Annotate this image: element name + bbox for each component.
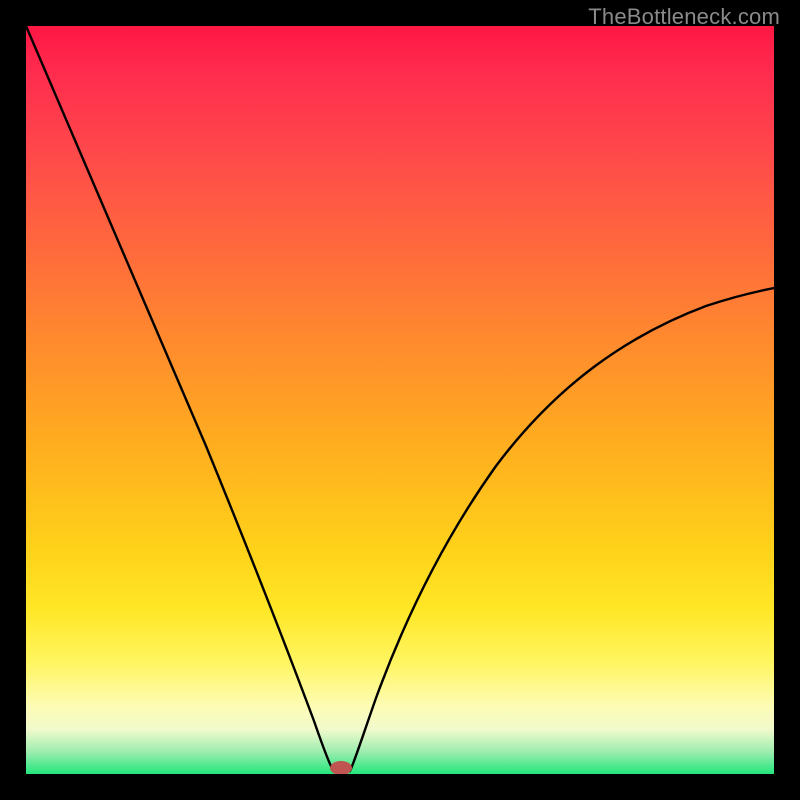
chart-frame: TheBottleneck.com [0,0,800,800]
curve-svg [26,26,774,774]
plot-area [26,26,774,774]
bottleneck-curve [26,26,774,772]
minimum-marker [330,761,352,774]
watermark-text: TheBottleneck.com [588,4,780,30]
